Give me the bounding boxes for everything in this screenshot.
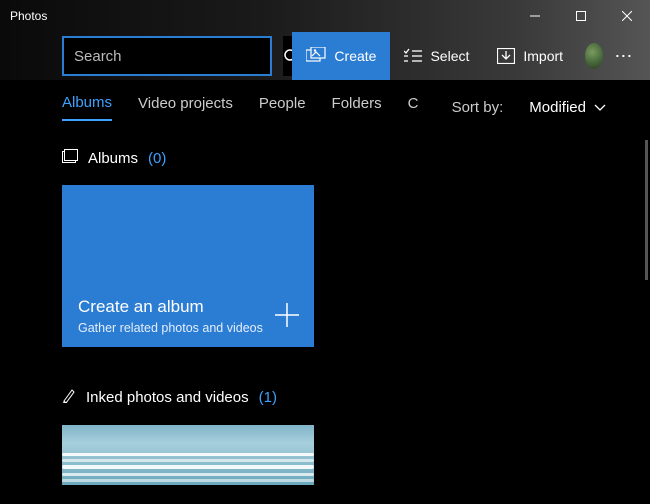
pen-icon xyxy=(62,387,76,407)
minimize-button[interactable] xyxy=(512,0,558,32)
maximize-button[interactable] xyxy=(558,0,604,32)
tab-overflow[interactable]: C xyxy=(408,95,418,120)
inked-section-header: Inked photos and videos (1) xyxy=(62,387,650,407)
plus-icon xyxy=(274,302,300,333)
toolbar: Create Select Import ⋯ xyxy=(0,32,650,80)
albums-icon xyxy=(62,149,78,167)
create-album-subtitle: Gather related photos and videos xyxy=(78,321,298,335)
search-input[interactable] xyxy=(64,48,283,65)
import-icon xyxy=(497,48,515,64)
tab-video-projects[interactable]: Video projects xyxy=(138,95,233,120)
titlebar: Photos xyxy=(0,0,650,32)
chevron-down-icon xyxy=(594,104,606,112)
sort-label: Sort by: xyxy=(452,99,504,116)
tabs: Albums Video projects People Folders C S… xyxy=(0,80,650,121)
inked-thumbnail[interactable] xyxy=(62,425,314,485)
create-label: Create xyxy=(334,48,376,64)
create-button[interactable]: Create xyxy=(292,32,390,80)
more-button[interactable]: ⋯ xyxy=(611,46,638,67)
create-icon xyxy=(306,47,326,65)
albums-label: Albums xyxy=(88,150,138,167)
window-title: Photos xyxy=(10,9,47,23)
select-icon xyxy=(404,48,422,64)
create-album-tile[interactable]: Create an album Gather related photos an… xyxy=(62,185,314,347)
close-button[interactable] xyxy=(604,0,650,32)
sort-value: Modified xyxy=(529,99,586,116)
sort-dropdown[interactable]: Modified xyxy=(529,99,606,116)
tab-albums[interactable]: Albums xyxy=(62,94,112,121)
content-area: Albums (0) Create an album Gather relate… xyxy=(0,121,650,504)
inked-label: Inked photos and videos xyxy=(86,389,249,406)
select-label: Select xyxy=(430,48,469,64)
tab-people[interactable]: People xyxy=(259,95,306,120)
tab-folders[interactable]: Folders xyxy=(332,95,382,120)
albums-section-header: Albums (0) xyxy=(62,149,650,167)
scrollbar[interactable] xyxy=(645,140,648,280)
import-label: Import xyxy=(523,48,563,64)
user-avatar[interactable] xyxy=(585,43,603,69)
select-button[interactable]: Select xyxy=(390,32,483,80)
import-button[interactable]: Import xyxy=(483,32,577,80)
albums-count: (0) xyxy=(148,150,166,167)
inked-count: (1) xyxy=(259,389,277,406)
search-field[interactable] xyxy=(62,36,272,76)
create-album-title: Create an album xyxy=(78,297,298,317)
